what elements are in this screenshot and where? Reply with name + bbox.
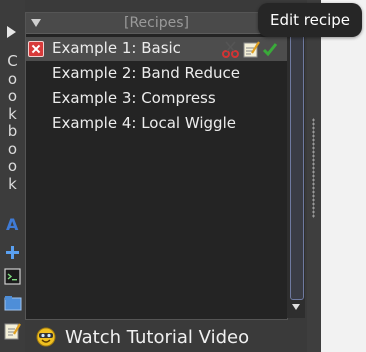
text-tool-icon[interactable]: A	[4, 216, 21, 233]
delete-icon[interactable]	[28, 41, 44, 57]
recipe-label: Example 2: Band Reduce	[52, 64, 240, 82]
panel-header[interactable]: [Recipes]	[26, 13, 287, 34]
vertical-scrollbar[interactable]	[287, 12, 305, 318]
terminal-icon[interactable]	[4, 268, 21, 285]
cookbook-letter: o	[7, 139, 18, 158]
notepad-icon[interactable]	[4, 322, 21, 340]
scroll-thumb[interactable]	[290, 30, 304, 300]
resize-grip[interactable]	[307, 0, 321, 352]
grip-dots	[312, 118, 315, 218]
cookbook-letter: o	[7, 87, 18, 105]
recipe-item[interactable]: Example 1: Basic	[26, 37, 287, 61]
svg-text:A: A	[6, 216, 19, 233]
cookbook-letter: o	[7, 69, 18, 88]
watch-tutorial-button[interactable]: Watch Tutorial Video	[35, 324, 295, 350]
scissors-icon[interactable]	[222, 41, 240, 58]
cookbook-letter: o	[7, 157, 18, 175]
smiley-icon	[36, 327, 56, 347]
cookbook-letter: C	[7, 52, 18, 70]
cookbook-vertical-tab[interactable]: Cookbook	[4, 52, 21, 193]
background-area	[321, 0, 366, 352]
cookbook-letter: k	[8, 174, 17, 193]
tutorial-label: Watch Tutorial Video	[65, 327, 250, 348]
recipe-label: Example 1: Basic	[52, 39, 181, 57]
add-icon[interactable]	[4, 244, 21, 261]
recipe-item[interactable]: Example 2: Band Reduce	[26, 62, 287, 86]
expand-arrow-icon[interactable]	[7, 26, 16, 38]
folder-icon[interactable]	[4, 294, 22, 311]
cookbook-letter: b	[7, 122, 18, 140]
recipe-item[interactable]: Example 4: Local Wiggle	[26, 112, 287, 136]
recipes-panel: [Recipes] Example 1: Basic Example 2: Ba…	[25, 12, 288, 320]
recipe-item[interactable]: Example 3: Compress	[26, 87, 287, 111]
footer: Watch Tutorial Video	[25, 320, 307, 352]
cookbook-letter: k	[8, 104, 17, 123]
scroll-down-arrow-icon[interactable]	[292, 304, 300, 310]
tooltip: Edit recipe	[258, 3, 362, 37]
recipe-label: Example 3: Compress	[52, 89, 216, 107]
panel-title: [Recipes]	[123, 15, 190, 31]
recipe-label: Example 4: Local Wiggle	[52, 114, 236, 132]
left-sidebar: Cookbook A	[0, 0, 25, 352]
edit-recipe-icon[interactable]	[243, 40, 261, 58]
apply-check-icon[interactable]	[262, 41, 278, 57]
